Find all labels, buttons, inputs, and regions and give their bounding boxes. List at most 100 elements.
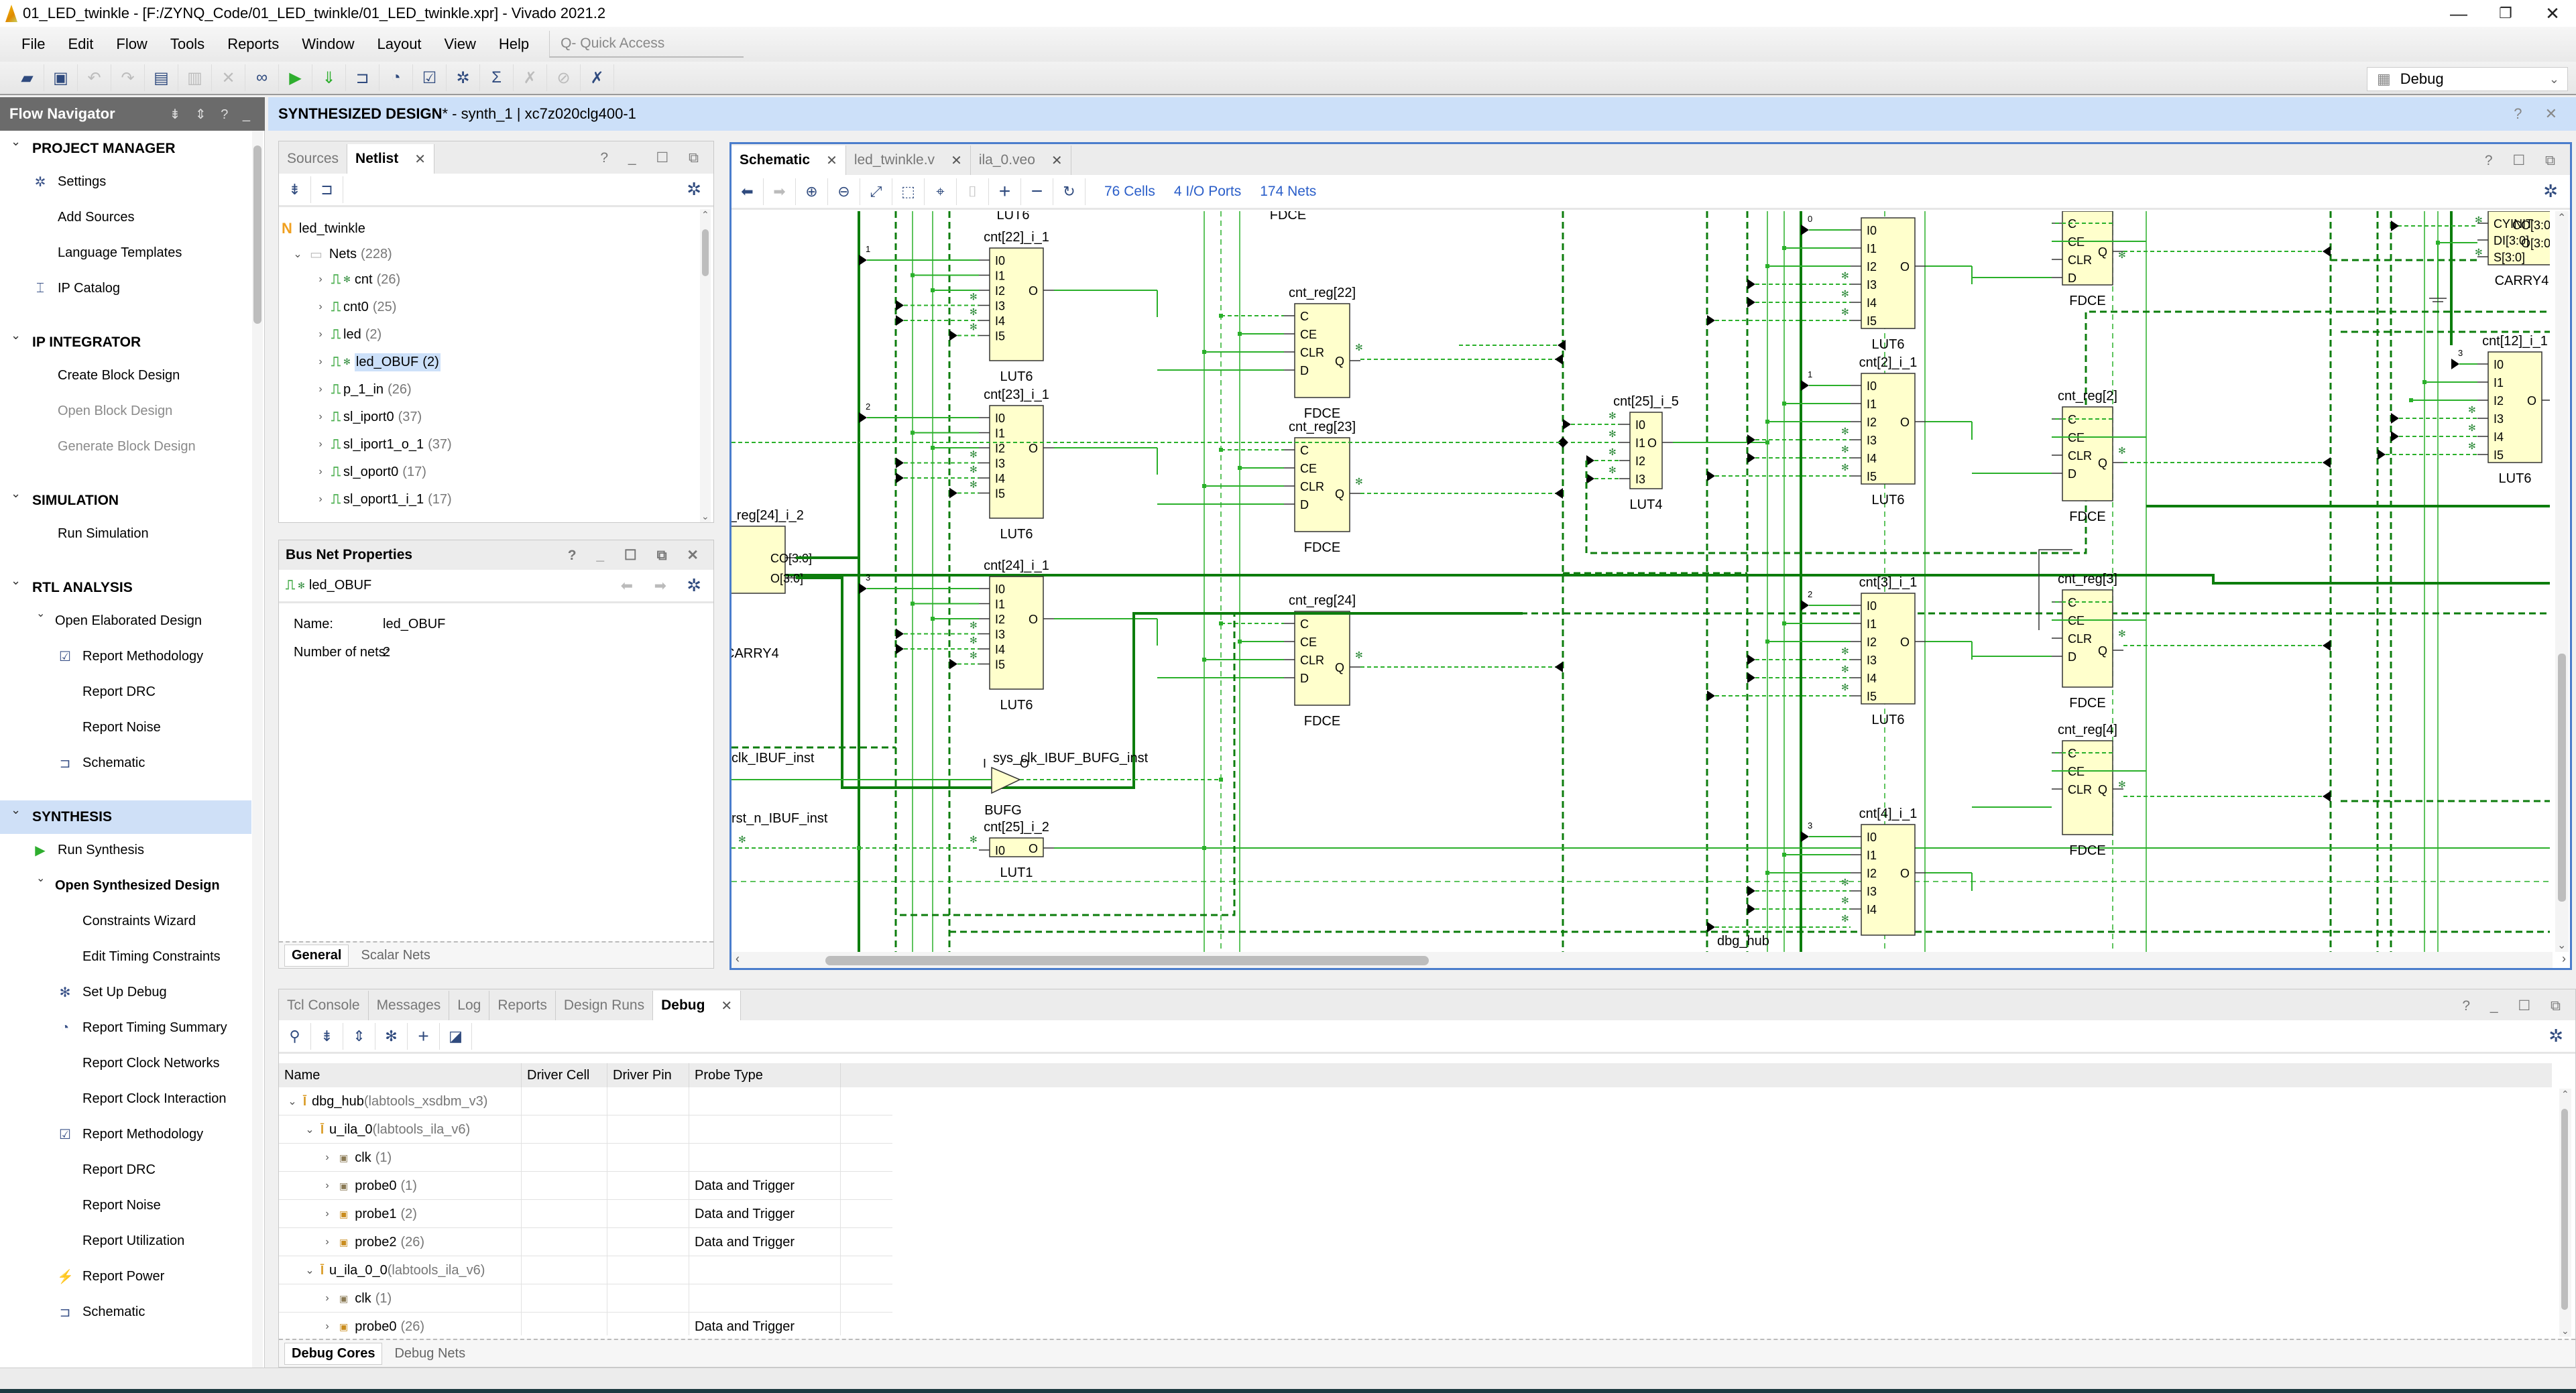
debug-table-row[interactable]: ⌄ Īdbg_hub (labtools_xsdbm_v3)	[279, 1087, 892, 1115]
close-window-button[interactable]: ✕	[2529, 0, 2576, 27]
search-icon[interactable]: ⚲	[279, 1022, 311, 1050]
debug-table-row[interactable]: › ▣ probe1 (2) Data and Trigger	[279, 1200, 892, 1228]
schematic-canvas[interactable]: LUT6 FDCE cnt[22]_i_1 LUT6 I0 I1 I2 I3 I4 I5 Ocnt[…	[731, 211, 2550, 952]
fn-item-report-clock-interaction[interactable]: Report Clock Interaction	[57, 1089, 227, 1109]
gear-icon[interactable]: ✲	[687, 179, 701, 200]
zoom-fit-icon[interactable]: ⤢	[860, 178, 892, 205]
close-tab-icon[interactable]: ✕	[826, 152, 837, 169]
quick-access-input[interactable]: Q- Quick Access	[549, 31, 744, 58]
disabled-a-icon[interactable]: ✗	[514, 64, 547, 91]
chevron-down-icon[interactable]: ⌄	[11, 135, 21, 149]
chevron-right-icon[interactable]: ›	[319, 1292, 335, 1305]
probe-type-cell[interactable]: Data and Trigger	[689, 1228, 841, 1256]
program-bitstream-icon[interactable]: ⇓	[312, 64, 346, 91]
back-arrow-icon[interactable]: ⬅	[731, 178, 764, 205]
back-arrow-icon[interactable]: ⬅	[621, 577, 633, 595]
net-item[interactable]: › ⎍ ✻ led_OBUF (2)	[312, 349, 441, 375]
chevron-down-icon[interactable]: ⌄	[11, 574, 21, 588]
schematic-panel-controls[interactable]: ? ☐ ⧉	[2485, 152, 2563, 169]
undo-icon[interactable]: ↶	[78, 64, 111, 91]
fn-item-schematic[interactable]: ⊐ Schematic	[57, 753, 145, 773]
tab-netlist[interactable]: Netlist ✕	[347, 144, 434, 174]
forward-arrow-icon[interactable]: ➡	[654, 577, 666, 595]
fn-item-open-synthesized-design[interactable]: Open Synthesized Design	[55, 875, 220, 896]
properties-controls[interactable]: ? _ ☐ ⧉ ✕	[568, 547, 707, 564]
cancel-icon[interactable]: ✗	[581, 64, 614, 91]
chevron-down-icon[interactable]: ⌄	[11, 328, 21, 343]
debug-table-row[interactable]: › ▣ probe2 (26) Data and Trigger	[279, 1228, 892, 1256]
tab-ila-veo[interactable]: ila_0.veo ✕	[971, 145, 1071, 175]
col-driver-cell[interactable]: Driver Cell	[522, 1063, 607, 1087]
flow-navigator-scrollbar[interactable]	[252, 131, 263, 1368]
fn-item-create-block-design[interactable]: Create Block Design	[32, 365, 180, 385]
tab-messages[interactable]: Messages	[369, 991, 450, 1020]
schematic-icon[interactable]: ⊐	[346, 64, 379, 91]
tab-debug[interactable]: Debug ✕	[653, 991, 742, 1020]
fn-item-add-sources[interactable]: Add Sources	[32, 207, 135, 227]
find-icon[interactable]: ∞	[245, 64, 279, 91]
debug-vscroll[interactable]: ⌃ ⌄	[2559, 1089, 2571, 1337]
close-tab-icon[interactable]: ✕	[1051, 152, 1063, 169]
col-name[interactable]: Name	[279, 1063, 522, 1087]
close-tab-icon[interactable]: ✕	[414, 151, 426, 168]
fn-item-report-timing-summary[interactable]: ◔ Report Timing Summary	[57, 1018, 227, 1038]
tab-sources[interactable]: Sources	[279, 144, 348, 174]
menu-view[interactable]: View	[445, 36, 476, 53]
forward-arrow-icon[interactable]: ➡	[764, 178, 796, 205]
zoom-in-icon[interactable]: ⊕	[796, 178, 828, 205]
schematic-drawing[interactable]: LUT6 FDCEcnt[22]_i_1LUT6I0I1I2I3I4I5Ocnt[…	[731, 211, 2550, 952]
nets-folder[interactable]: ⌄ ▭ Nets (228)	[290, 241, 392, 267]
fn-item-report-utilization[interactable]: Report Utilization	[57, 1231, 184, 1251]
fn-section-synthesis[interactable]: SYNTHESIS	[32, 807, 112, 827]
chevron-right-icon[interactable]: ›	[319, 1152, 335, 1164]
tab-general[interactable]: General	[284, 944, 349, 967]
net-item[interactable]: › ⎍ sl_iport0 (37)	[312, 404, 422, 430]
add-icon[interactable]: +	[408, 1022, 440, 1050]
probe-type-cell[interactable]	[689, 1256, 841, 1284]
chevron-down-icon[interactable]: ⌄	[36, 607, 45, 620]
nets-count-link[interactable]: 174 Nets	[1260, 184, 1316, 200]
schematic-hscroll[interactable]: ‹ ›	[731, 952, 2566, 968]
net-item[interactable]: › ⎍ p_1_in (26)	[312, 377, 411, 402]
tab-log[interactable]: Log	[449, 991, 490, 1020]
chevron-down-icon[interactable]: ⌄	[290, 247, 306, 261]
fn-item-ip-catalog[interactable]: ⌶ IP Catalog	[32, 278, 120, 298]
fn-item-report-drc[interactable]: Report DRC	[57, 682, 156, 702]
zoom-area-icon[interactable]: ⬚	[892, 178, 925, 205]
expand-plus-icon[interactable]: +	[989, 178, 1021, 205]
fn-section-rtl-analysis[interactable]: RTL ANALYSIS	[32, 578, 133, 598]
chevron-down-icon[interactable]: ⌄	[302, 1264, 318, 1277]
crosshair-icon[interactable]: ⌖	[925, 178, 957, 205]
fn-section-ip-integrator[interactable]: IP INTEGRATOR	[32, 332, 141, 353]
menu-file[interactable]: File	[21, 36, 45, 53]
expand-all-icon[interactable]: ⇕	[343, 1022, 375, 1050]
zoom-out-icon[interactable]: ⊖	[828, 178, 860, 205]
tab-design-runs[interactable]: Design Runs	[556, 991, 654, 1020]
chevron-right-icon[interactable]: ›	[312, 383, 329, 396]
chevron-down-icon[interactable]: ⌄	[36, 871, 45, 885]
net-item[interactable]: › ⎍ sl_iport1_o_1 (37)	[312, 432, 451, 457]
refresh-icon[interactable]: ↻	[1053, 178, 1086, 205]
design-bar-controls[interactable]: ? ✕	[2514, 105, 2567, 123]
netlist-scrollbar[interactable]: ⌃ ⌄	[700, 209, 711, 522]
close-tab-icon[interactable]: ✕	[951, 152, 962, 169]
cell-icon[interactable]: ⌷	[957, 178, 989, 205]
menu-help[interactable]: Help	[499, 36, 529, 53]
bug-icon[interactable]: ✻	[375, 1022, 408, 1050]
report-icon[interactable]: ☑	[413, 64, 447, 91]
chevron-right-icon[interactable]: ›	[312, 356, 329, 368]
minimize-button[interactable]: —	[2435, 0, 2482, 27]
chevron-right-icon[interactable]: ›	[312, 328, 329, 341]
chevron-down-icon[interactable]: ⌄	[11, 803, 21, 817]
fn-item-settings[interactable]: ✲ Settings	[32, 172, 107, 192]
col-driver-pin[interactable]: Driver Pin	[607, 1063, 689, 1087]
flow-navigator-controls[interactable]: ⇟ ⇕ ? _	[170, 106, 255, 123]
assign-icon[interactable]: ◪	[440, 1022, 472, 1050]
probe-type-cell[interactable]	[689, 1144, 841, 1172]
probe-type-cell[interactable]	[689, 1115, 841, 1144]
col-probe-type[interactable]: Probe Type	[689, 1063, 841, 1087]
tab-scalar-nets[interactable]: Scalar Nets	[354, 945, 436, 966]
layout-selector[interactable]: ▦ Debug ⌄	[2367, 67, 2568, 91]
menu-flow[interactable]: Flow	[116, 36, 147, 53]
probe-type-cell[interactable]	[689, 1284, 841, 1313]
